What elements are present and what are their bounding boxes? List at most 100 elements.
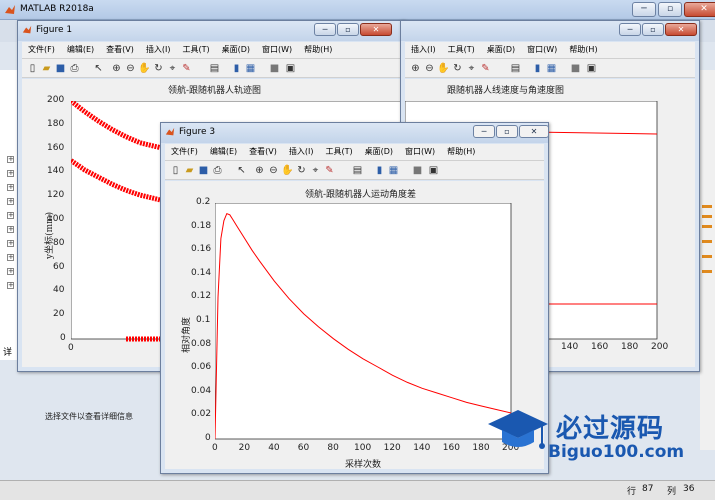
colorbar-icon[interactable]: ▮: [531, 62, 544, 75]
link-plot-icon[interactable]: ▤: [208, 62, 221, 75]
tree-expand-icon[interactable]: +: [7, 254, 14, 261]
figure-title-bar[interactable]: Figure 1 ─ ▫ ✕: [18, 21, 404, 41]
menu-tools[interactable]: 工具(T): [176, 42, 215, 58]
tree-expand-icon[interactable]: +: [7, 170, 14, 177]
menu-tools[interactable]: 插入(I): [405, 42, 442, 58]
hide-plot-tools-icon[interactable]: ■: [268, 62, 281, 75]
show-plot-tools-icon[interactable]: ▣: [585, 62, 598, 75]
close-button[interactable]: ✕: [665, 23, 697, 36]
zoom-in-icon[interactable]: ⊕: [110, 62, 123, 75]
menu-tools[interactable]: 工具(T): [319, 144, 358, 160]
legend-icon[interactable]: ▦: [545, 62, 558, 75]
colorbar-icon[interactable]: ▮: [230, 62, 243, 75]
rotate-icon[interactable]: ↻: [295, 164, 308, 177]
legend-icon[interactable]: ▦: [244, 62, 257, 75]
menu-help[interactable]: 帮助(H): [441, 144, 481, 160]
data-cursor-icon[interactable]: ⌖: [309, 164, 322, 177]
watermark-domain: Biguo100.com: [548, 442, 685, 462]
menu-view[interactable]: 查看(V): [243, 144, 283, 160]
open-file-icon[interactable]: ▰: [183, 164, 196, 177]
rotate-icon[interactable]: ↻: [152, 62, 165, 75]
maximize-button[interactable]: ▫: [337, 23, 359, 36]
tree-expand-icon[interactable]: +: [7, 226, 14, 233]
brush-icon[interactable]: ✎: [479, 62, 492, 75]
minimize-button[interactable]: ─: [619, 23, 641, 36]
tree-expand-icon[interactable]: +: [7, 268, 14, 275]
zoom-in-icon[interactable]: ⊕: [253, 164, 266, 177]
tree-expand-icon[interactable]: +: [7, 184, 14, 191]
link-plot-icon[interactable]: ▤: [351, 164, 364, 177]
new-figure-icon[interactable]: ▯: [169, 164, 182, 177]
show-plot-tools-icon[interactable]: ▣: [427, 164, 440, 177]
save-icon[interactable]: ■: [197, 164, 210, 177]
data-cursor-icon[interactable]: ⌖: [465, 62, 478, 75]
figure-title: Figure 3: [179, 127, 216, 137]
print-icon[interactable]: ⎙: [68, 62, 81, 75]
new-figure-icon[interactable]: ▯: [26, 62, 39, 75]
minimize-button[interactable]: ─: [632, 2, 656, 17]
data-cursor-icon[interactable]: ⌖: [166, 62, 179, 75]
menu-file[interactable]: 文件(F): [165, 144, 204, 160]
menu-help[interactable]: 帮助(H): [298, 42, 338, 58]
figure-title: Figure 1: [36, 25, 73, 35]
figure-menu-bar: 文件(F) 编辑(E) 查看(V) 插入(I) 工具(T) 桌面(D) 窗口(W…: [22, 42, 400, 58]
menu-help[interactable]: 帮助(H): [563, 42, 603, 58]
zoom-in-icon[interactable]: ⊕: [409, 62, 422, 75]
menu-desktop[interactable]: 桌面(D): [481, 42, 521, 58]
print-icon[interactable]: ⎙: [211, 164, 224, 177]
pointer-icon[interactable]: ↖: [92, 62, 105, 75]
link-plot-icon[interactable]: ▤: [509, 62, 522, 75]
pointer-icon[interactable]: ↖: [235, 164, 248, 177]
pan-icon[interactable]: ✋: [281, 164, 294, 177]
figure-title-bar[interactable]: Figure 3 ─ ▫ ✕: [161, 123, 549, 143]
maximize-button[interactable]: ▫: [496, 125, 518, 138]
minimize-button[interactable]: ─: [314, 23, 336, 36]
warning-marker: [702, 205, 712, 208]
hide-plot-tools-icon[interactable]: ■: [569, 62, 582, 75]
menu-insert[interactable]: 插入(I): [283, 144, 320, 160]
pan-icon[interactable]: ✋: [138, 62, 151, 75]
maximize-button[interactable]: ▫: [658, 2, 682, 17]
x-tick-label: 0: [212, 443, 218, 453]
minimize-button[interactable]: ─: [473, 125, 495, 138]
tree-expand-icon[interactable]: +: [7, 156, 14, 163]
menu-window[interactable]: 窗口(W): [521, 42, 563, 58]
warning-marker: [702, 270, 712, 273]
close-button[interactable]: ✕: [360, 23, 392, 36]
legend-icon[interactable]: ▦: [387, 164, 400, 177]
figure-title-bar[interactable]: ─ ▫ ✕: [401, 21, 699, 41]
col-value: 36: [683, 484, 695, 494]
brush-icon[interactable]: ✎: [323, 164, 336, 177]
tree-expand-icon[interactable]: +: [7, 240, 14, 247]
menu-edit[interactable]: 编辑(E): [204, 144, 243, 160]
close-button[interactable]: ✕: [519, 125, 549, 138]
menu-window[interactable]: 窗口(W): [399, 144, 441, 160]
save-icon[interactable]: ■: [54, 62, 67, 75]
hide-plot-tools-icon[interactable]: ■: [411, 164, 424, 177]
maximize-button[interactable]: ▫: [642, 23, 664, 36]
brush-icon[interactable]: ✎: [180, 62, 193, 75]
zoom-out-icon[interactable]: ⊖: [423, 62, 436, 75]
menu-tools[interactable]: 工具(T): [442, 42, 481, 58]
menu-file[interactable]: 文件(F): [22, 42, 61, 58]
menu-desktop[interactable]: 桌面(D): [216, 42, 256, 58]
close-button[interactable]: ✕: [684, 2, 715, 17]
pan-icon[interactable]: ✋: [437, 62, 450, 75]
show-plot-tools-icon[interactable]: ▣: [284, 62, 297, 75]
menu-window[interactable]: 窗口(W): [256, 42, 298, 58]
menu-desktop[interactable]: 桌面(D): [359, 144, 399, 160]
tree-expand-icon[interactable]: +: [7, 198, 14, 205]
rotate-icon[interactable]: ↻: [451, 62, 464, 75]
colorbar-icon[interactable]: ▮: [373, 164, 386, 177]
menu-insert[interactable]: 插入(I): [140, 42, 177, 58]
x-tick-label: 160: [442, 443, 460, 453]
menu-edit[interactable]: 编辑(E): [61, 42, 100, 58]
zoom-out-icon[interactable]: ⊖: [267, 164, 280, 177]
menu-view[interactable]: 查看(V): [100, 42, 140, 58]
figure-toolbar: ▯ ▰ ■ ⎙ ↖ ⊕ ⊖ ✋ ↻ ⌖ ✎ ▤ ▮ ▦ ■ ▣: [22, 58, 400, 78]
open-file-icon[interactable]: ▰: [40, 62, 53, 75]
tree-expand-icon[interactable]: +: [7, 212, 14, 219]
zoom-out-icon[interactable]: ⊖: [124, 62, 137, 75]
axes-title: 跟随机器人线速度与角速度图: [447, 86, 565, 96]
tree-expand-icon[interactable]: +: [7, 282, 14, 289]
